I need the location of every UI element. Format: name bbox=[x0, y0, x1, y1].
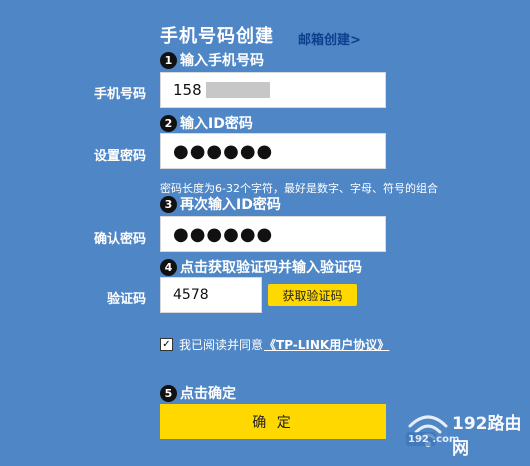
code-label: 验证码 bbox=[106, 292, 146, 307]
redaction-mask bbox=[205, 82, 270, 98]
confirm-password-input[interactable]: ●●●●●● bbox=[160, 216, 386, 252]
watermark-sub: 192 .com bbox=[408, 434, 460, 445]
step-3: 3 再次输入ID密码 bbox=[160, 194, 281, 214]
step-number-icon: 1 bbox=[160, 51, 177, 69]
step-text: 输入手机号码 bbox=[180, 53, 264, 69]
step-number-icon: 2 bbox=[160, 114, 177, 132]
watermark-text: 192路由网 bbox=[452, 414, 522, 459]
code-input[interactable]: 4578 bbox=[160, 277, 262, 313]
step-4: 4 点击获取验证码并输入验证码 bbox=[160, 257, 362, 277]
step-text: 输入ID密码 bbox=[180, 116, 253, 132]
step-text: 点击获取验证码并输入验证码 bbox=[180, 260, 362, 276]
page-title: 手机号码创建 bbox=[160, 26, 274, 47]
email-create-link[interactable]: 邮箱创建> bbox=[298, 29, 361, 48]
step-number-icon: 4 bbox=[160, 258, 177, 276]
step-2: 2 输入ID密码 bbox=[160, 113, 253, 133]
password-input[interactable]: ●●●●●● bbox=[160, 133, 386, 169]
step-number-icon: 5 bbox=[160, 384, 177, 402]
step-5: 5 点击确定 bbox=[160, 383, 236, 403]
confirm-password-label: 确认密码 bbox=[93, 232, 146, 247]
confirm-password-dots: ●●●●●● bbox=[173, 223, 274, 245]
get-code-button[interactable]: 获取验证码 bbox=[268, 284, 357, 306]
phone-input[interactable]: 158 bbox=[160, 72, 386, 108]
step-number-icon: 3 bbox=[160, 195, 177, 213]
step-1: 1 输入手机号码 bbox=[160, 50, 264, 70]
phone-label: 手机号码 bbox=[93, 87, 146, 102]
password-label: 设置密码 bbox=[93, 149, 146, 164]
step-text: 再次输入ID密码 bbox=[180, 197, 281, 213]
agree-checkbox[interactable]: ✓ bbox=[160, 338, 173, 351]
phone-value: 158 bbox=[173, 81, 202, 99]
code-value: 4578 bbox=[173, 287, 209, 303]
user-agreement-link[interactable]: 《TP-LINK用户协议》 bbox=[264, 336, 389, 353]
confirm-button[interactable]: 确 定 bbox=[160, 404, 386, 439]
check-icon: ✓ bbox=[162, 338, 171, 350]
step-text: 点击确定 bbox=[180, 386, 236, 402]
agree-text: 我已阅读并同意 bbox=[179, 338, 264, 352]
password-dots: ●●●●●● bbox=[173, 140, 274, 162]
agreement-row: ✓ 我已阅读并同意 《TP-LINK用户协议》 bbox=[160, 336, 389, 353]
